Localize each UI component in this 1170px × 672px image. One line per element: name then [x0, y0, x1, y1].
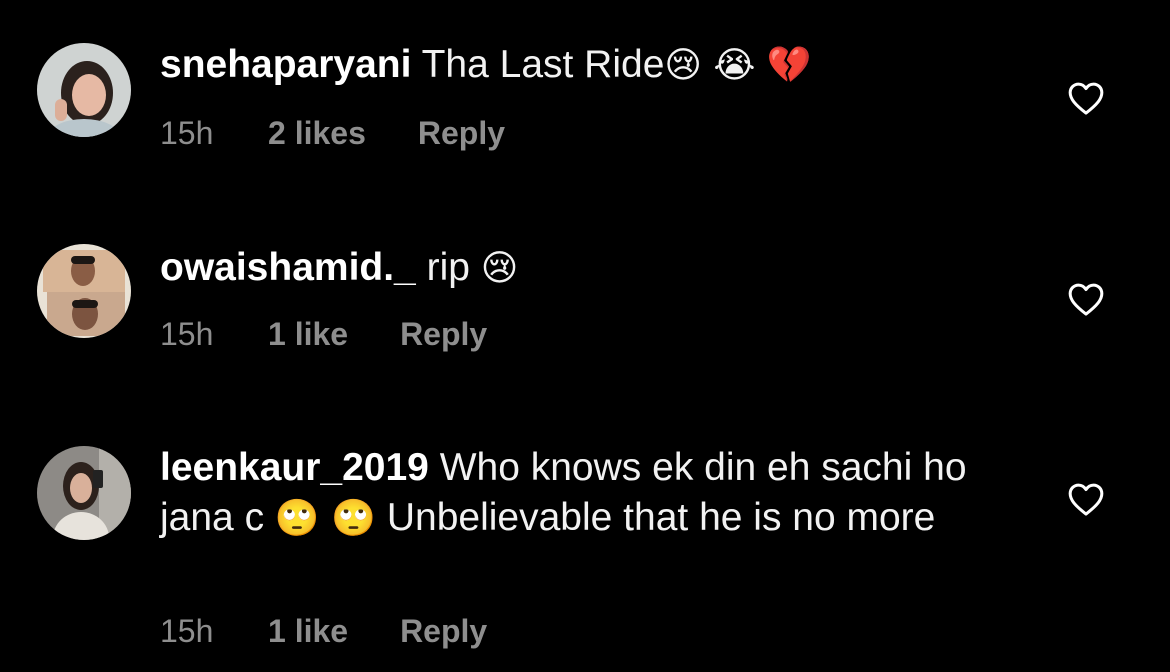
avatar[interactable] [37, 43, 131, 137]
comment-message: Tha Last Ride [421, 43, 665, 86]
emoji-group: 🙄 🙄 [274, 498, 377, 539]
timestamp: 15h [160, 316, 214, 352]
comment-text: owaishamid._ rip 😢 [160, 243, 1020, 294]
heart-icon[interactable] [1067, 481, 1105, 517]
comment-message: rip [426, 246, 470, 289]
comment-meta: 15h 1 like Reply [160, 613, 487, 650]
comment-body: snehaparyani Tha Last Ride😢 😭 💔 [160, 40, 1020, 91]
avatar-image [37, 244, 131, 338]
avatar-image [37, 446, 131, 540]
emoji-group: 😢 😭 💔 [664, 45, 812, 86]
likes-count[interactable]: 2 likes [268, 115, 366, 152]
heart-icon[interactable] [1067, 80, 1105, 116]
timestamp: 15h [160, 115, 214, 151]
username[interactable]: owaishamid._ [160, 246, 416, 289]
emoji-group: 😢 [480, 248, 519, 289]
username[interactable]: snehaparyani [160, 43, 411, 86]
comment-message-continued: Unbelievable that he is no more [386, 496, 936, 539]
timestamp: 15h [160, 613, 214, 649]
comment-body: owaishamid._ rip 😢 [160, 243, 1020, 294]
comment-body: leenkaur_2019 Who knows ek din eh sachi … [160, 443, 1020, 544]
likes-count[interactable]: 1 like [268, 613, 348, 650]
username[interactable]: leenkaur_2019 [160, 446, 429, 489]
avatar-image [37, 43, 131, 137]
comment-meta: 15h 1 like Reply [160, 316, 487, 353]
reply-button[interactable]: Reply [400, 316, 487, 353]
comment-meta: 15h 2 likes Reply [160, 115, 505, 152]
avatar[interactable] [37, 446, 131, 540]
reply-button[interactable]: Reply [418, 115, 505, 152]
heart-icon[interactable] [1067, 281, 1105, 317]
comment-text: leenkaur_2019 Who knows ek din eh sachi … [160, 443, 1020, 544]
comment-text: snehaparyani Tha Last Ride😢 😭 💔 [160, 40, 1020, 91]
likes-count[interactable]: 1 like [268, 316, 348, 353]
avatar[interactable] [37, 244, 131, 338]
reply-button[interactable]: Reply [400, 613, 487, 650]
